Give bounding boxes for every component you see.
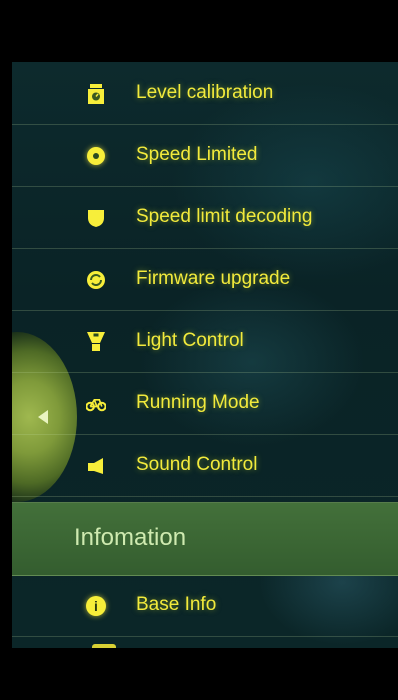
menu-item-label: Speed Limited [136, 144, 258, 165]
menu-item-light-control[interactable]: Light Control [12, 310, 398, 373]
menu-item-speed-limited[interactable]: Speed Limited [12, 124, 398, 187]
refresh-icon [86, 270, 106, 290]
menu-item-label: Running Mode [136, 392, 260, 413]
menu-item-label: Light Control [136, 330, 244, 351]
menu-item-label: Firmware upgrade [136, 268, 291, 289]
info-icon: i [86, 596, 106, 616]
shield-icon [86, 208, 106, 228]
menu-item-label: Base Info [136, 594, 217, 615]
menu-item-level-calibration[interactable]: Level calibration [12, 62, 398, 125]
speaker-icon [86, 456, 106, 476]
section-header-information: Infomation [12, 502, 398, 576]
scale-icon [86, 84, 106, 104]
menu-item-label: Speed limit decoding [136, 206, 313, 227]
bike-icon [86, 394, 106, 414]
speedometer-icon [86, 146, 106, 166]
menu-item-running-mode[interactable]: Running Mode [12, 372, 398, 435]
menu-item-sound-control[interactable]: Sound Control [12, 434, 398, 497]
menu-item-label: Sound Control [136, 454, 258, 475]
menu-item-label: Level calibration [136, 82, 274, 103]
menu-item-firmware-upgrade[interactable]: Firmware upgrade [12, 248, 398, 311]
app-screen: Level calibration Speed Limited Speed li… [0, 0, 398, 700]
section-title: Infomation [74, 524, 187, 551]
light-icon [86, 332, 106, 352]
settings-menu-panel: Level calibration Speed Limited Speed li… [12, 62, 398, 648]
menu-item-base-info[interactable]: i Base Info [12, 574, 398, 637]
next-item-icon-peek [92, 644, 116, 648]
menu-item-speed-limit-decoding[interactable]: Speed limit decoding [12, 186, 398, 249]
